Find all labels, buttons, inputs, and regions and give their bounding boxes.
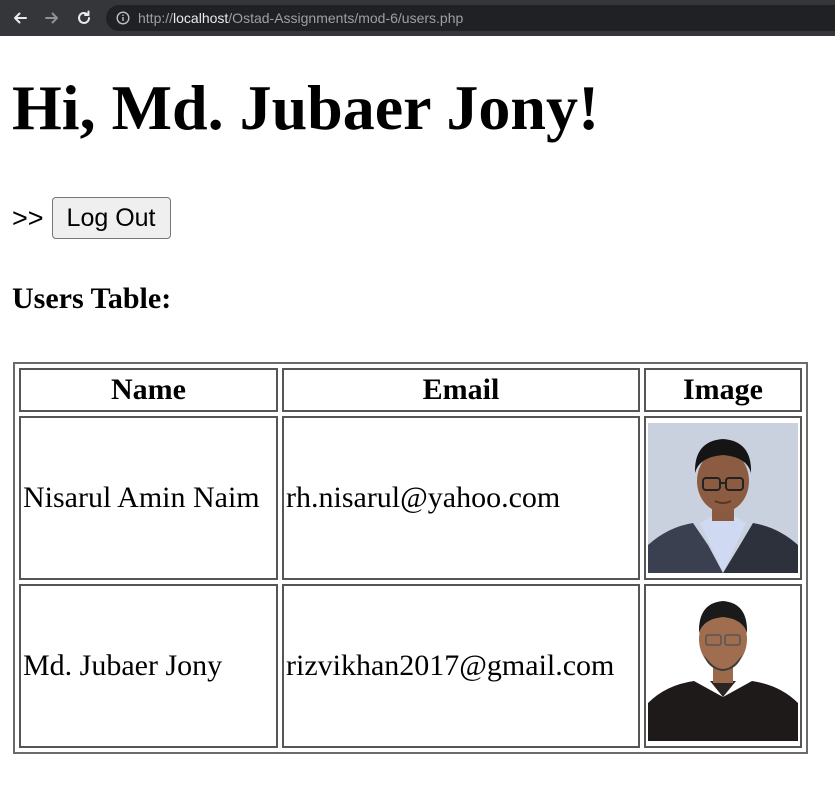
cell-name: Md. Jubaer Jony [19,584,278,748]
cell-email: rizvikhan2017@gmail.com [282,584,640,748]
address-bar[interactable]: http://localhost/Ostad-Assignments/mod-6… [106,5,835,31]
table-row: Md. Jubaer Jony rizvikhan2017@gmail.com [19,584,802,748]
url-host: localhost [173,10,229,26]
header-image: Image [644,368,802,412]
user-photo [648,423,798,573]
header-name: Name [19,368,278,412]
table-header-row: Name Email Image [19,368,802,412]
forward-arrow-icon [45,12,58,24]
cell-name: Nisarul Amin Naim [19,416,278,580]
users-table: Name Email Image Nisarul Amin Naim rh.ni… [13,362,808,754]
users-table-title: Users Table: [12,282,172,315]
logout-button[interactable]: Log Out [51,197,171,239]
url-text[interactable]: http://localhost/Ostad-Assignments/mod-6… [138,10,463,26]
logout-prefix: >> [12,202,44,233]
table-row: Nisarul Amin Naim rh.nisarul@yahoo.com [19,416,802,580]
cell-image [644,416,802,580]
browser-toolbar: http://localhost/Ostad-Assignments/mod-6… [0,0,835,36]
site-info-icon[interactable] [116,11,130,25]
logout-row: >> Log Out [12,197,171,239]
cell-email: rh.nisarul@yahoo.com [282,416,640,580]
url-path: /Ostad-Assignments/mod-6/users.php [228,10,464,26]
back-arrow-icon [14,12,27,24]
forward-button[interactable] [41,7,63,29]
back-button[interactable] [9,7,31,29]
header-email: Email [282,368,640,412]
url-prefix: http:// [138,10,174,26]
user-photo [648,591,798,741]
reload-button[interactable] [73,7,95,29]
reload-icon [78,10,90,24]
cell-image [644,584,802,748]
greeting-heading: Hi, Md. Jubaer Jony! [12,72,600,143]
